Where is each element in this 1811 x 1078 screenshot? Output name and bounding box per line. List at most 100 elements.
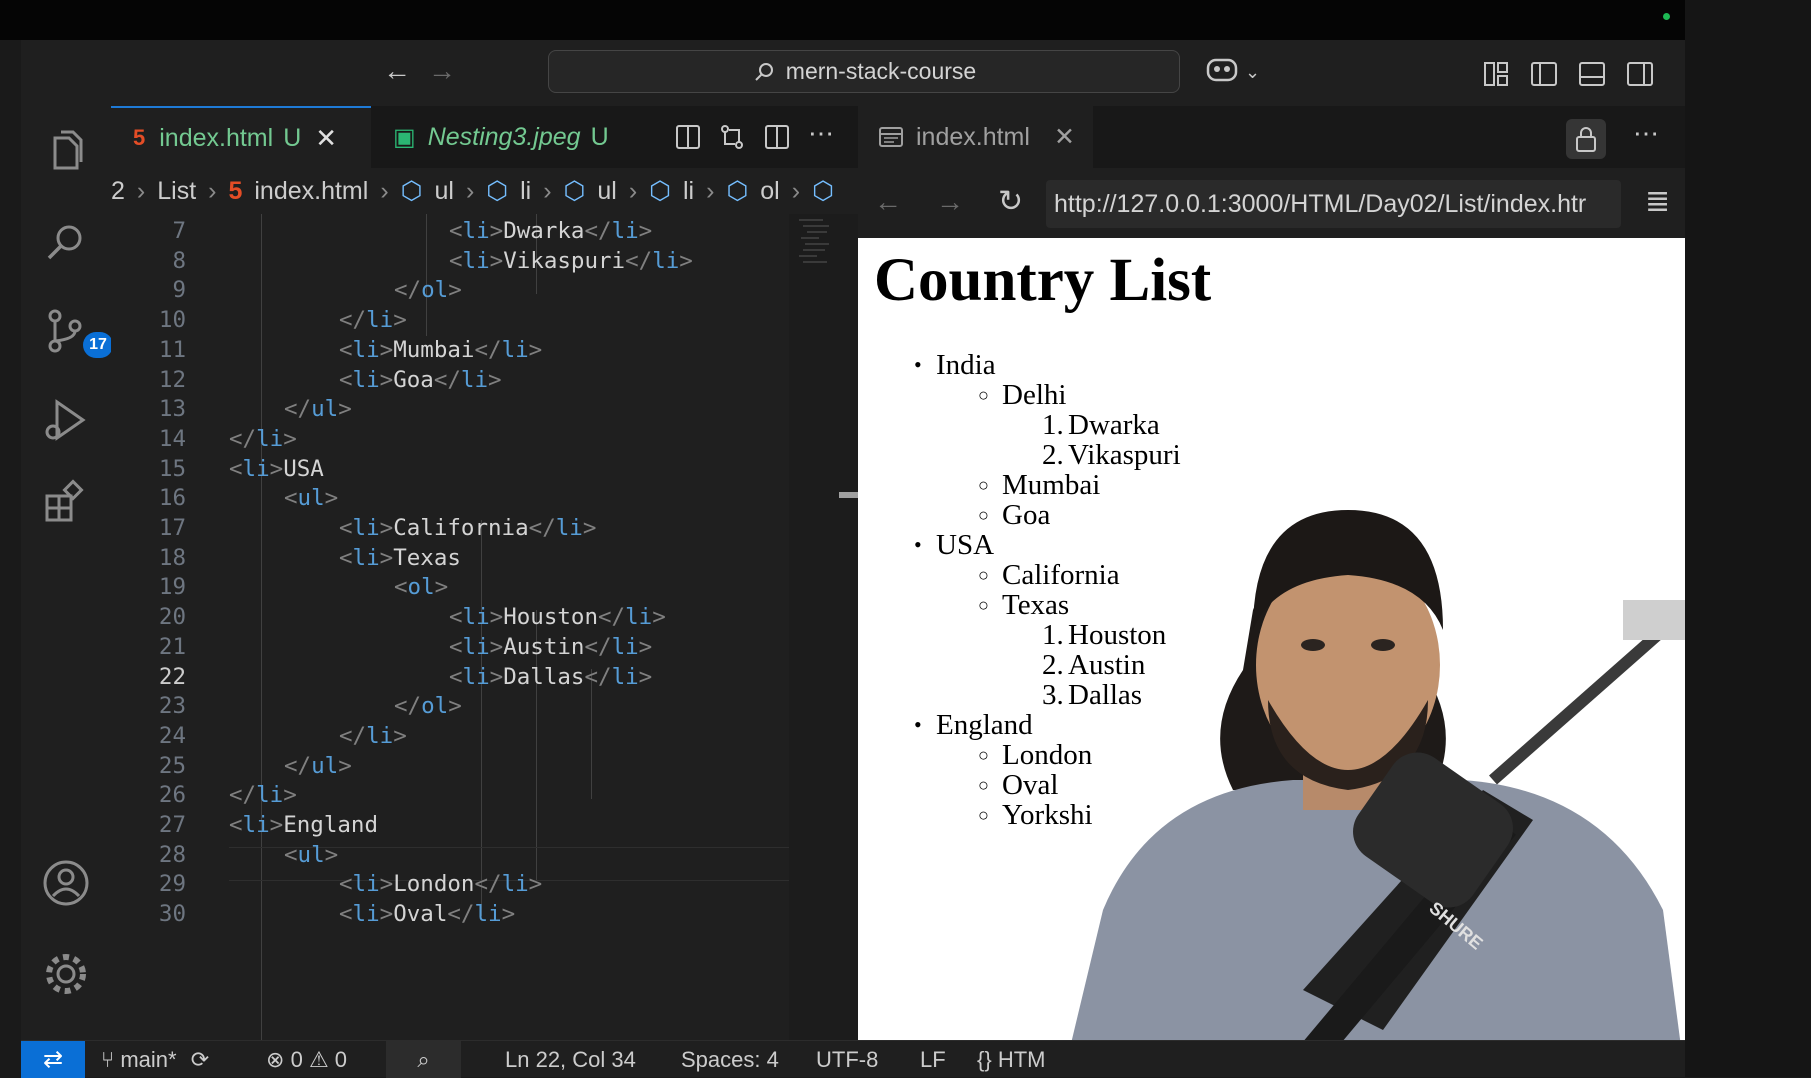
code-text: <li>Vikaspuri</li> xyxy=(449,247,693,274)
breadcrumb-item[interactable]: List xyxy=(157,177,196,206)
tab-label: Nesting3.jpeg xyxy=(427,122,581,151)
symbol-icon: ⬡ xyxy=(563,177,586,205)
breadcrumb-item[interactable]: ul xyxy=(597,177,616,206)
image-file-icon: ▣ xyxy=(393,123,416,151)
language-label: HTM xyxy=(997,1047,1046,1072)
video-background xyxy=(1685,0,1811,1077)
browser-menu-icon[interactable]: ≣ xyxy=(1645,184,1670,219)
code-area[interactable]: 7 <li>Dwarka</li> 8 <li>Vikaspuri</li> 9 </ol… xyxy=(111,214,858,1044)
browser-forward-icon[interactable]: → xyxy=(936,186,964,218)
list-marker: ○ xyxy=(978,385,989,405)
chevron-right-icon: › xyxy=(543,176,552,205)
list-item-text: England xyxy=(936,709,1033,741)
url-input[interactable]: http://127.0.0.1:3000/HTML/Day02/List/in… xyxy=(1046,180,1621,228)
list-marker: 3. xyxy=(1042,679,1064,711)
breadcrumb-item[interactable]: ul xyxy=(434,177,453,206)
back-arrow-icon[interactable]: ← xyxy=(383,57,411,85)
forward-arrow-icon[interactable]: → xyxy=(428,57,456,85)
breadcrumb-item[interactable]: li xyxy=(683,177,694,206)
close-icon[interactable]: ✕ xyxy=(1054,122,1075,152)
warning-icon: ⚠ xyxy=(308,1047,329,1072)
end-of-line[interactable]: LF xyxy=(920,1041,946,1078)
breadcrumb-item[interactable]: 2 xyxy=(111,177,125,206)
untracked-badge: U xyxy=(283,123,302,152)
open-preview-icon[interactable] xyxy=(674,123,702,151)
symbol-icon: ⬡ xyxy=(726,177,749,205)
encoding[interactable]: UTF-8 xyxy=(816,1041,878,1078)
source-control-icon[interactable]: 17 xyxy=(41,306,113,366)
list-item-text: Dwarka xyxy=(1068,409,1160,441)
tab-nesting3-jpeg[interactable]: ▣ Nesting3.jpeg U xyxy=(371,106,651,168)
settings-gear-icon[interactable] xyxy=(41,949,91,999)
language-mode[interactable]: {} HTM xyxy=(977,1041,1045,1078)
split-editor-icon[interactable] xyxy=(763,123,791,151)
zoom-icon[interactable]: ⌕ xyxy=(386,1041,461,1078)
reload-icon[interactable]: ↻ xyxy=(998,184,1023,219)
list-marker: ○ xyxy=(978,475,989,495)
error-count: 0 xyxy=(290,1047,303,1072)
code-editor-group: 5 index.html U ✕ ▣ Nesting3.jpeg U ⋯ 2 › … xyxy=(111,106,858,1044)
remote-indicator-icon[interactable]: ⇄ xyxy=(21,1041,85,1078)
branch-indicator[interactable]: ⑂ main* ⟳ xyxy=(101,1041,209,1078)
search-icon[interactable] xyxy=(41,218,91,268)
sync-icon: ⟳ xyxy=(190,1047,210,1072)
list-marker: ○ xyxy=(978,505,989,525)
code-text: <ul> xyxy=(284,485,339,512)
chevron-right-icon: › xyxy=(628,176,638,205)
chevron-right-icon: › xyxy=(136,176,146,205)
list-marker: • xyxy=(914,352,922,377)
tab-preview-index-html[interactable]: index.html ✕ xyxy=(858,106,1093,168)
breadcrumb-item[interactable]: li xyxy=(520,177,531,206)
chevron-right-icon: › xyxy=(791,176,801,205)
extensions-icon[interactable] xyxy=(41,476,91,526)
indentation[interactable]: Spaces: 4 xyxy=(681,1041,779,1078)
warning-count: 0 xyxy=(334,1047,348,1072)
code-text: <ol> xyxy=(394,574,449,601)
activity-bar: 17 xyxy=(21,106,113,1044)
copilot-chevron-down-icon[interactable]: ⌄ xyxy=(1245,58,1260,86)
list-item-text: Vikaspuri xyxy=(1068,439,1181,471)
toggle-secondary-sidebar-icon[interactable] xyxy=(1626,60,1654,88)
browser-back-icon[interactable]: ← xyxy=(874,186,902,218)
error-icon: ⊗ xyxy=(266,1047,285,1072)
search-icon xyxy=(755,62,773,81)
branch-name: main* xyxy=(120,1047,177,1072)
untracked-badge: U xyxy=(590,122,609,151)
code-text: <li>Dallas</li> xyxy=(449,663,653,690)
tab-index-html[interactable]: 5 index.html U ✕ xyxy=(111,106,371,168)
status-bar: ⇄ ⑂ main* ⟳ ⊗ 0 ⚠ 0 ⌕ Ln 22, Col 34 Spac… xyxy=(21,1040,1685,1078)
html5-file-icon: 5 xyxy=(228,176,243,205)
accounts-icon[interactable] xyxy=(41,858,91,908)
explorer-icon[interactable] xyxy=(41,126,91,176)
list-marker: ○ xyxy=(978,775,989,795)
breadcrumb-item[interactable]: ol xyxy=(760,177,779,206)
more-actions-icon[interactable]: ⋯ xyxy=(808,118,834,149)
more-actions-icon[interactable]: ⋯ xyxy=(1633,118,1659,149)
list-marker: • xyxy=(914,532,922,557)
line-number[interactable]: 30 xyxy=(131,897,186,931)
customize-layout-icon[interactable] xyxy=(1482,60,1510,88)
braces-icon: {} xyxy=(977,1047,992,1072)
toggle-panel-icon[interactable] xyxy=(1578,60,1606,88)
list-marker: • xyxy=(914,712,922,737)
list-marker: ○ xyxy=(978,805,989,825)
cursor-position[interactable]: Ln 22, Col 34 xyxy=(505,1041,636,1078)
run-debug-icon[interactable] xyxy=(41,396,91,446)
command-center-search[interactable]: mern-stack-course xyxy=(548,50,1180,93)
list-item-text: India xyxy=(936,349,996,381)
toggle-primary-sidebar-icon[interactable] xyxy=(1530,60,1558,88)
html5-file-icon: 5 xyxy=(133,125,146,150)
close-icon[interactable]: ✕ xyxy=(315,123,337,154)
breadcrumb-item[interactable]: index.html xyxy=(254,177,368,206)
symbol-icon: ⬡ xyxy=(649,177,671,205)
compare-changes-icon[interactable] xyxy=(718,123,746,151)
list-marker: 1. xyxy=(1042,619,1064,651)
copilot-icon[interactable] xyxy=(1205,54,1239,89)
lock-button[interactable] xyxy=(1566,119,1606,159)
list-marker: 2. xyxy=(1042,649,1064,681)
problems-indicator[interactable]: ⊗ 0 ⚠ 0 xyxy=(266,1041,347,1078)
list-marker: 1. xyxy=(1042,409,1064,441)
minimap[interactable] xyxy=(789,214,858,1044)
tab-label: index.html xyxy=(916,122,1030,151)
code-text: <li>Oval</li> xyxy=(339,901,516,928)
